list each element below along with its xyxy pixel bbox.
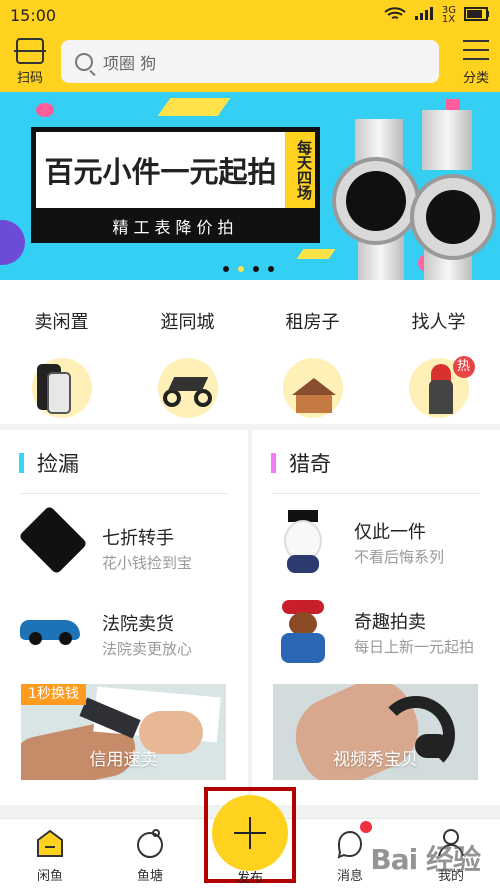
scan-button[interactable]: 扫码	[10, 38, 50, 86]
item-desc: 花小钱捡到宝	[102, 554, 193, 572]
wifi-icon	[384, 6, 406, 25]
pagination-dot[interactable]	[238, 266, 244, 272]
fun-auction-item[interactable]: 奇趣拍卖 每日上新一元起拍	[272, 600, 482, 675]
top-header: 扫码 项圈 狗 分类	[0, 30, 500, 92]
phone-icon	[31, 358, 92, 418]
plus-icon	[212, 795, 288, 871]
search-icon	[75, 52, 93, 71]
signal-icon	[414, 6, 434, 24]
pagination-dot[interactable]	[268, 266, 274, 272]
divider	[272, 493, 480, 494]
feature-label: 逛同城	[160, 312, 215, 333]
watch-strap	[422, 110, 472, 170]
menu-icon	[463, 38, 489, 62]
search-placeholder: 项圈 狗	[103, 53, 157, 73]
promo-badge: 1秒换钱	[21, 684, 86, 705]
notification-dot	[360, 821, 372, 833]
banner-pagination	[223, 266, 274, 272]
tab-pond[interactable]: 鱼塘	[120, 827, 180, 884]
publish-button[interactable]: 发布	[204, 787, 296, 886]
scan-label: 扫码	[16, 71, 43, 86]
home-icon	[34, 827, 66, 859]
message-icon	[334, 821, 372, 859]
accent-bar	[19, 453, 24, 473]
hot-badge: 热	[452, 356, 475, 378]
bargain-panel: 捡漏 七折转手 花小钱捡到宝 法院卖货 法院卖更放心 1秒换钱 信用速卖	[0, 430, 248, 805]
item-desc: 不看后悔系列	[354, 548, 445, 566]
network-labels: 3G 1X	[441, 5, 456, 25]
feature-rent[interactable]: 租房子	[265, 308, 360, 418]
item-desc: 每日上新一元起拍	[354, 638, 475, 656]
credit-sale-card[interactable]: 1秒换钱 信用速卖	[21, 684, 226, 780]
pagination-dot[interactable]	[223, 266, 229, 272]
feature-sell-idle[interactable]: 卖闲置	[14, 308, 109, 418]
item-name: 奇趣拍卖	[354, 612, 426, 633]
house-icon	[282, 358, 343, 418]
feature-learn[interactable]: 找人学 热	[391, 308, 486, 418]
banner-side-text: 每天四场	[285, 127, 320, 213]
banner-subline: 精工表降价拍	[31, 213, 320, 243]
discount-item[interactable]: 七折转手 花小钱捡到宝	[18, 505, 230, 591]
motorcycle-icon	[157, 358, 218, 418]
accent-bar	[271, 453, 276, 473]
panel-title: 捡漏	[19, 451, 79, 476]
status-bar: 15:00 3G 1X	[0, 0, 500, 30]
feature-label: 租房子	[285, 312, 340, 333]
banner-dot	[36, 103, 54, 117]
divider	[20, 493, 228, 494]
feature-label: 卖闲置	[34, 312, 89, 333]
banner-circle	[0, 220, 25, 265]
status-time: 15:00	[10, 5, 57, 25]
pond-icon	[134, 827, 166, 859]
watch-icon	[332, 157, 420, 245]
banner-text-panel: 百元小件一元起拍 每天四场 精工表降价拍	[31, 127, 320, 243]
watch-icon	[410, 174, 496, 260]
banner-stripe	[157, 98, 231, 116]
person-icon: 热	[408, 356, 475, 418]
search-input[interactable]: 项圈 狗	[61, 40, 439, 83]
item-name: 仅此一件	[354, 522, 426, 543]
item-name: 法院卖货	[102, 614, 174, 635]
watermark: Bai 经验	[370, 843, 481, 876]
tab-home[interactable]: 闲鱼	[20, 827, 80, 884]
bear-icon	[272, 600, 335, 663]
feature-grid: 卖闲置 逛同城 租房子 找人学 热	[0, 280, 500, 424]
banner-stripe	[296, 249, 336, 259]
banner-headline: 百元小件一元起拍	[31, 127, 290, 213]
card-caption: 视频秀宝贝	[333, 750, 418, 770]
category-button[interactable]: 分类	[460, 38, 492, 86]
video-showcase-card[interactable]: 视频秀宝贝	[273, 684, 478, 780]
card-caption: 信用速卖	[89, 750, 158, 770]
scan-icon	[14, 38, 46, 64]
court-sale-item[interactable]: 法院卖货 法院卖更放心	[20, 602, 230, 677]
figurine-icon	[272, 510, 335, 573]
feature-label: 找人学	[411, 312, 466, 333]
status-icons: 3G 1X	[384, 6, 490, 25]
car-icon	[20, 602, 83, 665]
unique-item[interactable]: 仅此一件 不看后悔系列	[272, 510, 482, 585]
wallet-icon	[18, 505, 88, 579]
item-desc: 法院卖更放心	[102, 640, 193, 658]
promo-banner[interactable]: 1212 百元小件一元起拍 每天四场 精工表降价拍	[0, 92, 500, 280]
item-name: 七折转手	[102, 528, 174, 549]
feature-local[interactable]: 逛同城	[140, 308, 235, 418]
panel-title: 猎奇	[271, 451, 331, 476]
battery-icon	[464, 6, 490, 24]
curiosity-panel: 猎奇 仅此一件 不看后悔系列 奇趣拍卖 每日上新一元起拍 视频秀宝贝	[252, 430, 500, 805]
category-label: 分类	[462, 71, 489, 86]
pagination-dot[interactable]	[253, 266, 259, 272]
